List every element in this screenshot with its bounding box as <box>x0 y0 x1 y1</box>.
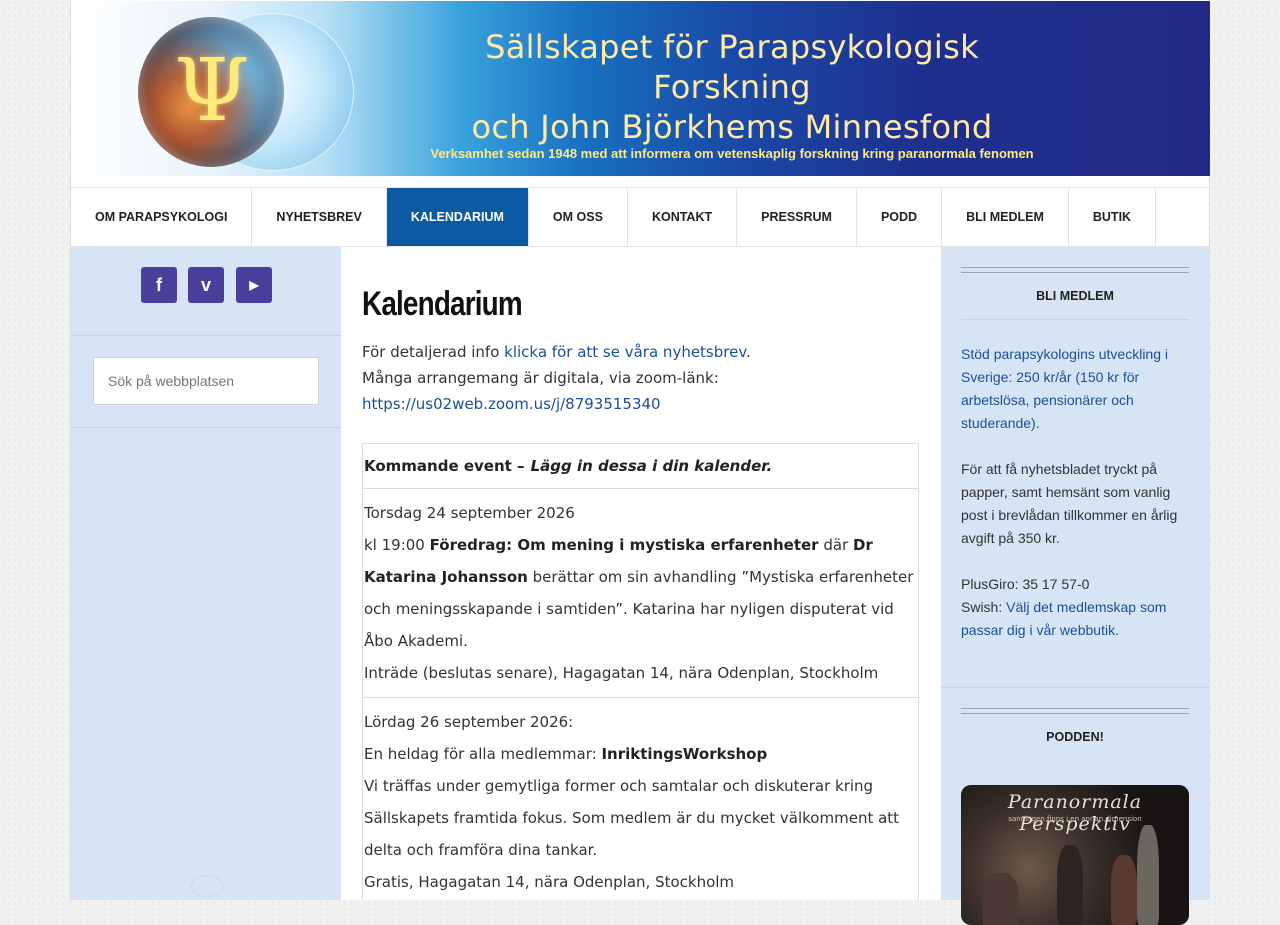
nav-item-kalendarium[interactable]: KALENDARIUM <box>386 188 529 246</box>
widget-rule <box>961 267 1189 273</box>
nav-item-bli-medlem[interactable]: BLI MEDLEM <box>942 188 1069 246</box>
event-time: kl 19:00 <box>364 536 425 554</box>
swish-label: Swish: <box>961 599 1007 615</box>
podcast-image[interactable]: Paranormala Perspektiv sanningen finns i… <box>961 785 1189 925</box>
vimeo-icon[interactable]: v <box>188 267 224 303</box>
left-sidebar: f v ▶ <box>71 247 341 900</box>
header-banner[interactable]: Ψ Sällskapet för Parapsykologisk Forskni… <box>72 1 1210 176</box>
widget-title-podden: PODDEN! <box>1046 730 1104 744</box>
events-header-italic: Lägg in dessa i din kalender. <box>530 457 773 475</box>
nav-item-butik[interactable]: BUTIK <box>1069 188 1157 246</box>
membership-text: Stöd parapsykologins utveckling i Sverig… <box>961 343 1191 642</box>
nav-item-podd[interactable]: PODD <box>857 188 943 246</box>
main-content: Kalendarium För detaljerad info klicka f… <box>343 247 939 900</box>
nav-item-kontakt[interactable]: KONTAKT <box>628 188 738 246</box>
main-nav: OM PARAPSYKOLOGI NYHETSBREV KALENDARIUM … <box>71 187 1209 247</box>
podcast-title: Paranormala Perspektiv <box>1007 791 1143 835</box>
event-title: InriktingsWorkshop <box>601 745 768 763</box>
event-title: Föredrag: Om mening i mystiska erfarenhe… <box>429 536 819 554</box>
event-date: Lördag 26 september 2026: <box>364 713 574 731</box>
youtube-icon[interactable]: ▶ <box>236 267 272 303</box>
event-place: Gratis, Hagagatan 14, nära Odenplan, Sto… <box>364 873 735 891</box>
podcast-figure <box>1111 855 1137 925</box>
site-tagline: Verksamhet sedan 1948 med att informera … <box>430 146 1034 161</box>
intro-line2: Många arrangemang är digitala, via zoom-… <box>362 369 719 387</box>
search-input[interactable] <box>93 357 319 405</box>
podcast-figure <box>1057 845 1083 925</box>
membership-link[interactable]: Stöd parapsykologins utveckling i Sverig… <box>961 346 1168 431</box>
page-wrapper: Ψ Sällskapet för Parapsykologisk Forskni… <box>70 0 1210 925</box>
podcast-figure <box>983 873 1019 925</box>
intro-suffix: . <box>746 343 751 361</box>
event-row: Lördag 26 september 2026: En heldag för … <box>363 698 918 900</box>
intro-prefix: För detaljerad info <box>362 343 505 361</box>
widget-title-bli-medlem: BLI MEDLEM <box>1036 289 1114 303</box>
event-place: Inträde (beslutas senare), Hagagatan 14,… <box>364 664 879 682</box>
right-sidebar: BLI MEDLEM Stöd parapsykologins utveckli… <box>941 247 1209 925</box>
event-lead: En heldag för alla medlemmar: <box>364 745 597 763</box>
event-row: Torsdag 24 september 2026 kl 19:00 Föred… <box>363 489 918 698</box>
site-title-line1: Sällskapet för Parapsykologisk Forskning <box>485 28 979 106</box>
page-title: Kalendarium <box>362 285 523 323</box>
intro-text: För detaljerad info klicka för att se vå… <box>362 339 922 417</box>
site-title[interactable]: Sällskapet för Parapsykologisk Forskning… <box>402 27 1062 147</box>
event-desc: Vi träffas under gemytliga former och sa… <box>364 777 900 859</box>
divider <box>941 687 1209 688</box>
zoom-link[interactable]: https://us02web.zoom.us/j/8793515340 <box>362 395 661 413</box>
events-table-header: Kommande event – Lägg in dessa i din kal… <box>363 444 918 489</box>
site-title-line2: och John Björkhems Minnesfond <box>471 108 993 146</box>
badge-icon <box>191 875 223 897</box>
nav-item-om-oss[interactable]: OM OSS <box>529 188 628 246</box>
newsletter-link[interactable]: klicka för att se våra nyhetsbrev <box>504 343 746 361</box>
nav-item-om-parapsykologi[interactable]: OM PARAPSYKOLOGI <box>71 188 253 246</box>
divider <box>71 427 341 428</box>
plusgiro-text: PlusGiro: 35 17 57-0 <box>961 576 1090 592</box>
events-table: Kommande event – Lägg in dessa i din kal… <box>362 443 919 900</box>
event-body: kl 19:00 Föredrag: Om mening i mystiska … <box>364 529 918 657</box>
divider <box>961 319 1189 320</box>
membership-paper-text: För att få nyhetsbladet tryckt på papper… <box>961 461 1178 546</box>
nav-item-pressrum[interactable]: PRESSRUM <box>737 188 857 246</box>
podcast-subtitle: sanningen finns i en annan dimension <box>1008 815 1142 823</box>
facebook-icon[interactable]: f <box>141 267 177 303</box>
nav-item-nyhetsbrev[interactable]: NYHETSBREV <box>252 188 387 246</box>
event-date: Torsdag 24 september 2026 <box>364 504 575 522</box>
podcast-figure <box>1137 825 1159 925</box>
events-header-bold: Kommande event – <box>364 457 525 475</box>
event-lead-line: En heldag för alla medlemmar: Inriktings… <box>364 738 918 770</box>
social-links: f v ▶ <box>71 247 341 336</box>
widget-rule <box>961 708 1189 714</box>
event-connector: där <box>823 536 849 554</box>
psi-logo-icon: Ψ <box>174 41 250 141</box>
